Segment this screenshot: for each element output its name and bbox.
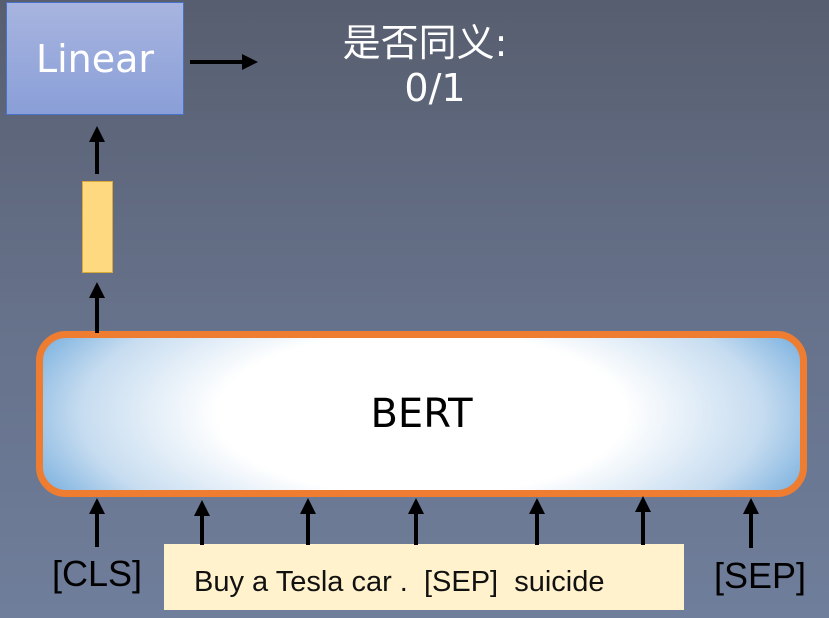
- bert-diagram: Linear 是否同义: 0/1 BERT Buy a Tesla car . …: [0, 0, 829, 618]
- arrows-layer: [89, 54, 759, 548]
